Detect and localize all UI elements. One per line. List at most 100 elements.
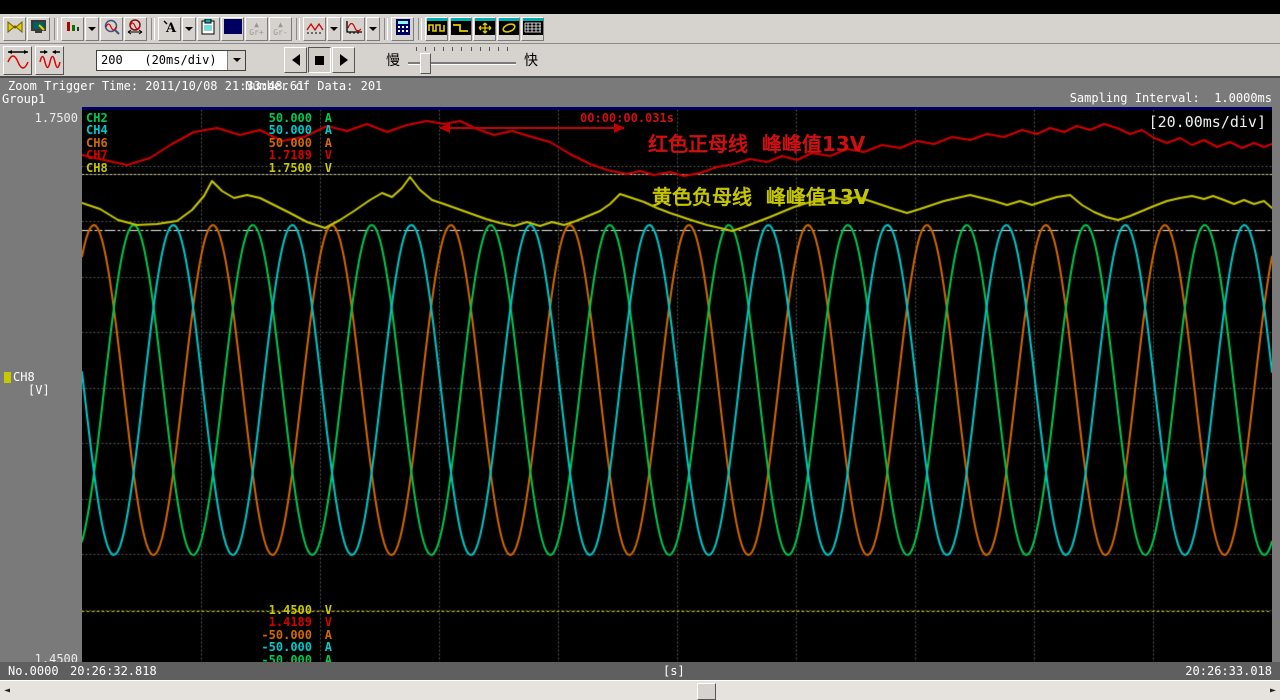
channel-name bbox=[86, 629, 136, 641]
channel-scale-row: -50.000A bbox=[86, 641, 342, 653]
axis-scale-dropdown[interactable] bbox=[366, 17, 380, 41]
display-mode-step-icon bbox=[451, 18, 471, 39]
stop-icon bbox=[315, 56, 324, 65]
channel-unit: A bbox=[312, 641, 332, 653]
channel-scale-row: CH81.7500V bbox=[86, 162, 342, 174]
channel-scale-value: 1.7189 bbox=[136, 149, 312, 161]
play-forward-icon bbox=[340, 54, 348, 66]
waveform-chart-area[interactable]: CH250.000ACH450.000ACH650.000ACH71.7189V… bbox=[82, 107, 1272, 665]
channel-scale-top-list: CH250.000ACH450.000ACH650.000ACH71.7189V… bbox=[86, 112, 342, 174]
display-mode-step-button[interactable] bbox=[449, 17, 472, 41]
slider-ticks bbox=[416, 47, 508, 51]
viewer-window: Viewer1 C:\Users\Administrator\Desktop\唐… bbox=[0, 0, 1280, 700]
scroll-right-icon[interactable]: ► bbox=[1270, 685, 1276, 697]
yellow-bus-annotation: 黄色负母线 峰峰值13V bbox=[652, 181, 869, 210]
zoom-factor-value: 200 (20ms/div) bbox=[97, 53, 227, 67]
clipboard-button[interactable] bbox=[197, 17, 220, 41]
channel-bars-button[interactable] bbox=[61, 17, 84, 41]
axis-scale-icon bbox=[345, 19, 363, 39]
axis-scale-button[interactable] bbox=[342, 17, 365, 41]
scrollbar-thumb[interactable] bbox=[697, 683, 716, 700]
channel-scale-value: -50.000 bbox=[136, 641, 312, 653]
channel-name bbox=[86, 616, 136, 628]
toolbar-separator bbox=[384, 18, 388, 40]
channel-unit: A bbox=[312, 124, 332, 136]
chevron-down-icon bbox=[330, 27, 338, 31]
display-mode-list-button[interactable] bbox=[521, 17, 544, 41]
compress-wave-button[interactable] bbox=[35, 46, 64, 75]
expand-wave-button[interactable] bbox=[3, 46, 32, 75]
chevron-down-icon bbox=[233, 58, 241, 62]
display-mode-split-icon bbox=[475, 18, 495, 39]
expand-wave-icon bbox=[6, 48, 30, 72]
channel-unit: V bbox=[312, 162, 332, 174]
end-time-label: 20:26:33.018 bbox=[1185, 664, 1272, 678]
slow-label: 慢 bbox=[386, 50, 400, 70]
title-bar[interactable]: Viewer1 C:\Users\Administrator\Desktop\唐… bbox=[0, 0, 1280, 14]
play-forward-button[interactable] bbox=[332, 47, 355, 73]
toolbar-separator bbox=[296, 18, 300, 40]
time-per-div-label: [20.00ms/div] bbox=[1147, 113, 1268, 131]
toolbar-separator bbox=[151, 18, 155, 40]
zoom-wave-button[interactable] bbox=[100, 17, 123, 41]
display-mode-pulse-button[interactable] bbox=[425, 17, 448, 41]
toolbar-separator bbox=[54, 18, 58, 40]
display-mode-xy-button[interactable] bbox=[497, 17, 520, 41]
toolbar-separator bbox=[418, 18, 422, 40]
ch8-axis-name: CH8 bbox=[13, 370, 35, 384]
display-mode-split-button[interactable] bbox=[473, 17, 496, 41]
stop-button[interactable] bbox=[308, 47, 331, 73]
scroll-left-icon[interactable]: ◄ bbox=[4, 685, 10, 697]
chevron-down-icon bbox=[369, 27, 377, 31]
zoom-range-icon bbox=[127, 19, 145, 39]
playback-controls bbox=[284, 47, 356, 73]
y-axis-top-label: 1.7500 bbox=[2, 111, 78, 125]
ch8-color-swatch-icon bbox=[4, 372, 11, 383]
red-bus-annotation: 红色正母线 峰峰值13V bbox=[648, 128, 865, 157]
ch8-axis-unit: [V] bbox=[28, 383, 50, 397]
group-down-button: ▲Gr- bbox=[269, 17, 292, 41]
display-mode-xy-icon bbox=[499, 18, 519, 39]
open-waveform-icon bbox=[6, 19, 24, 39]
zoom-toolbar: 200 (20ms/div) 慢 快 bbox=[0, 44, 1280, 78]
zoom-factor-combobox[interactable]: 200 (20ms/div) bbox=[96, 50, 246, 71]
clipboard-icon bbox=[201, 19, 216, 39]
fast-label: 快 bbox=[524, 50, 538, 70]
wave-style-button[interactable] bbox=[303, 17, 326, 41]
horizontal-scrollbar[interactable]: ◄ ► bbox=[0, 680, 1280, 700]
annotation-text-button[interactable]: A bbox=[158, 17, 181, 41]
display-mode-pulse-icon bbox=[427, 18, 447, 39]
display-settings-icon bbox=[30, 19, 48, 39]
start-time-label: 20:26:32.818 bbox=[70, 664, 157, 678]
ch8-axis-tag[interactable]: CH8 bbox=[4, 370, 35, 384]
annotation-text-icon: A bbox=[162, 19, 178, 39]
channel-unit: V bbox=[312, 149, 332, 161]
number-of-data-label: Number of Data: 201 bbox=[245, 79, 382, 93]
annotation-text-dropdown[interactable] bbox=[182, 17, 196, 41]
channel-bars-dropdown[interactable] bbox=[85, 17, 99, 41]
channel-scale-bottom-list: 1.4500V1.4189V-50.000A-50.000A-50.000A bbox=[86, 604, 342, 666]
info-bar: Zoom Trigger Time: 2011/10/08 21:33:48.6… bbox=[0, 78, 1280, 107]
slider-thumb[interactable] bbox=[420, 53, 431, 74]
speed-slider[interactable] bbox=[408, 45, 516, 75]
time-span-label: 00:00:00.031s bbox=[482, 111, 772, 125]
channel-scale-value: 1.7500 bbox=[136, 162, 312, 174]
zoom-range-button[interactable] bbox=[124, 17, 147, 41]
display-mode-list-icon bbox=[523, 18, 543, 39]
calculator-button[interactable] bbox=[391, 17, 414, 41]
combobox-dropdown-button[interactable] bbox=[227, 51, 245, 70]
channel-name: CH8 bbox=[86, 162, 136, 174]
group-label: Group1 bbox=[2, 92, 45, 106]
play-backward-button[interactable] bbox=[284, 47, 307, 73]
wave-style-dropdown[interactable] bbox=[327, 17, 341, 41]
point-number-label: No.0000 bbox=[8, 664, 59, 678]
open-waveform-button[interactable] bbox=[3, 17, 26, 41]
play-backward-icon bbox=[292, 54, 300, 66]
sampling-interval-label: Sampling Interval: 1.0000ms bbox=[1070, 91, 1272, 105]
display-settings-button[interactable] bbox=[27, 17, 50, 41]
calculator-icon bbox=[395, 19, 411, 39]
status-bar: No.0000 20:26:32.818 [s] 20:26:33.018 bbox=[0, 662, 1280, 680]
arrow-right-icon bbox=[614, 123, 625, 133]
channel-scale-row: CH450.000A bbox=[86, 124, 342, 136]
color-swatch-button[interactable] bbox=[221, 17, 244, 41]
